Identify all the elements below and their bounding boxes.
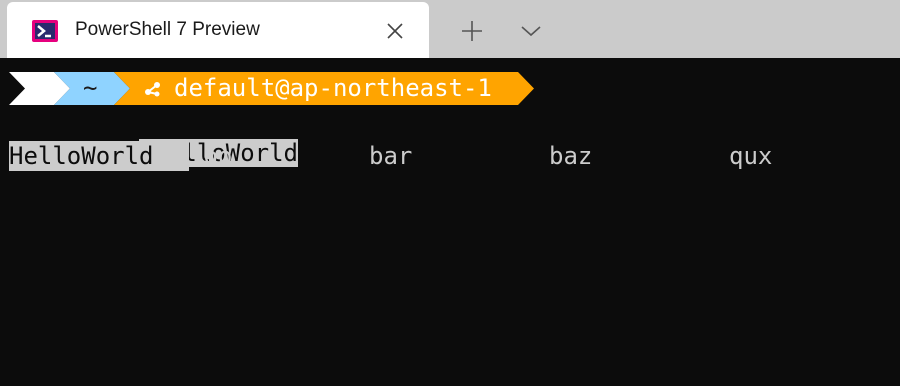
completion-item[interactable]: bar xyxy=(369,141,412,171)
plus-icon[interactable] xyxy=(460,19,484,43)
prompt-home: ~ xyxy=(83,74,98,102)
chevron-down-icon[interactable] xyxy=(519,21,543,41)
prompt-aws-profile: default@ap-northeast-1 xyxy=(174,74,492,102)
aws-icon xyxy=(145,82,160,97)
close-icon[interactable] xyxy=(385,21,405,41)
command-line: ❯ ssh HelloWorld xyxy=(9,108,299,167)
powershell-icon xyxy=(32,20,58,42)
completion-list: HelloWorld foo bar baz qux xyxy=(9,141,899,171)
title-bar: PowerShell 7 Preview xyxy=(0,0,900,58)
completion-item-selected[interactable]: HelloWorld xyxy=(9,141,189,171)
tab-title: PowerShell 7 Preview xyxy=(75,19,260,40)
completion-item[interactable]: qux xyxy=(729,141,772,171)
completion-item[interactable]: baz xyxy=(549,141,592,171)
terminal[interactable]: ~ default@ap-northeast-1 ❯ ssh HelloWorl… xyxy=(0,58,900,386)
completion-item[interactable]: foo xyxy=(189,141,232,171)
tab-powershell[interactable]: PowerShell 7 Preview xyxy=(7,2,429,58)
